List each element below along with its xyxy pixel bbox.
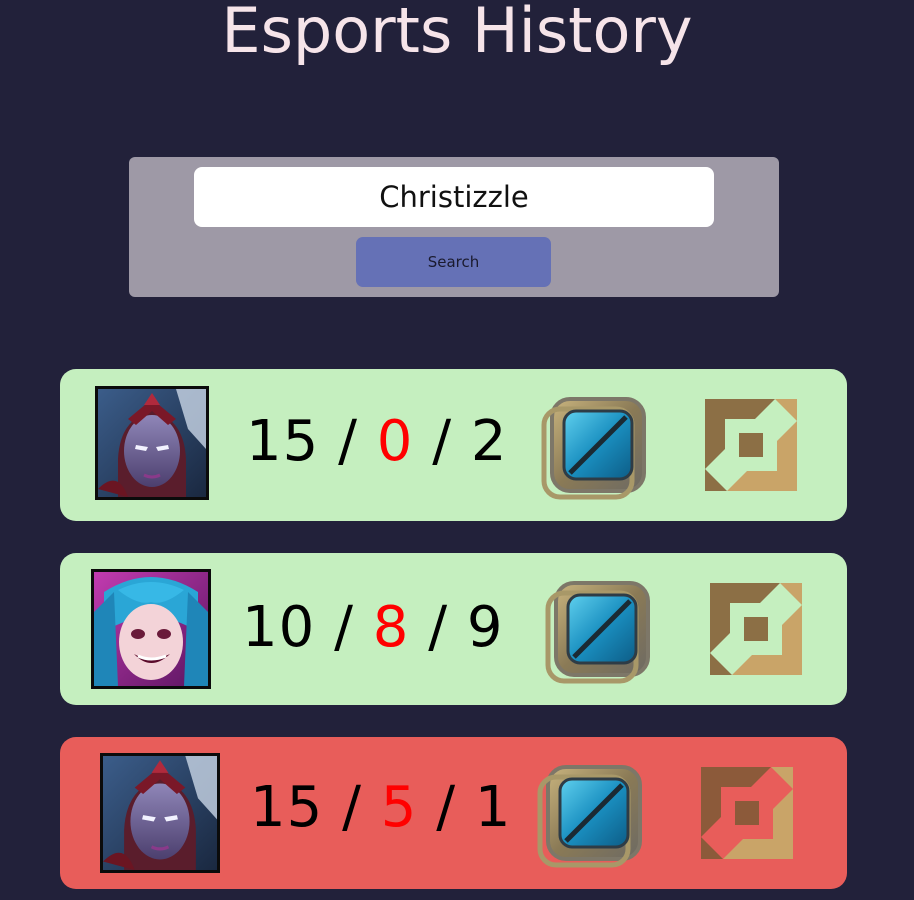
kda-score: 15 / 0 / 2: [246, 409, 508, 474]
deaths-value: 8: [372, 595, 410, 660]
assists-value: 9: [466, 595, 504, 660]
varus-portrait-icon: [100, 753, 220, 873]
kda-separator: /: [342, 775, 362, 840]
kills-value: 15: [246, 409, 320, 474]
kda-score: 15 / 5 / 1: [250, 775, 512, 840]
search-panel: Search: [129, 157, 779, 297]
role-mid-icon: [710, 583, 802, 675]
kills-value: 15: [250, 775, 324, 840]
page-title: Esports History: [221, 0, 693, 67]
kda-separator: /: [334, 595, 354, 660]
rank-emblem-icon: [538, 385, 658, 505]
rank-emblem-icon: [542, 569, 662, 689]
match-card[interactable]: 15 / 0 / 2: [60, 369, 847, 521]
kda-separator: /: [338, 409, 358, 474]
kda-separator: /: [436, 775, 457, 840]
role-mid-icon: [701, 767, 793, 859]
role-mid-icon: [705, 399, 797, 491]
kills-value: 10: [242, 595, 316, 660]
kda-separator: /: [428, 595, 449, 660]
varus-portrait-icon: [95, 386, 209, 500]
jinx-portrait-icon: [91, 569, 211, 689]
match-card[interactable]: 10 / 8 / 9: [60, 553, 847, 705]
summoner-search-input[interactable]: [194, 167, 714, 227]
assists-value: 2: [470, 409, 508, 474]
search-button[interactable]: Search: [356, 237, 551, 287]
kda-score: 10 / 8 / 9: [242, 595, 504, 660]
esports-history-page: Esports History Search 15 / 0 /: [0, 0, 914, 900]
kda-separator: /: [432, 409, 453, 474]
assists-value: 1: [474, 775, 512, 840]
deaths-value: 0: [376, 409, 414, 474]
rank-emblem-icon: [534, 753, 654, 873]
match-card[interactable]: 15 / 5 / 1: [60, 737, 847, 889]
deaths-value: 5: [380, 775, 418, 840]
